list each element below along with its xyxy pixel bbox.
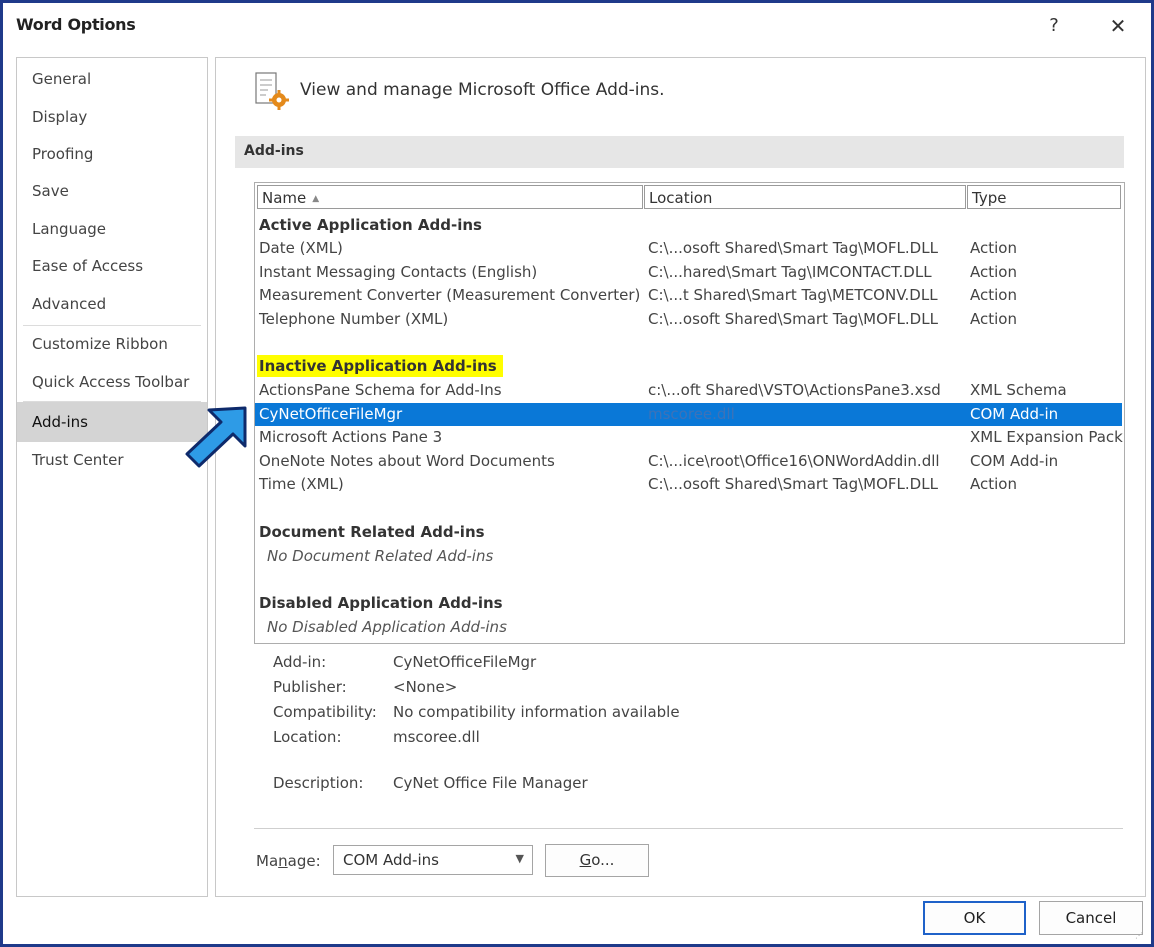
detail-publisher-label: Publisher:	[273, 678, 347, 696]
row-type: Action	[970, 475, 1017, 493]
section-header: Add-ins	[235, 136, 1124, 168]
manage-dropdown-value: COM Add-ins	[343, 851, 439, 869]
ok-button[interactable]: OK	[923, 901, 1026, 935]
empty-note: No Disabled Application Add-ins	[267, 618, 507, 636]
row-type: Action	[970, 286, 1017, 304]
row-type: Action	[970, 263, 1017, 281]
table-row[interactable]: ActionsPane Schema for Add-Ins c:\...oft…	[255, 379, 1122, 402]
sidebar-item-quick-access-toolbar[interactable]: Quick Access Toolbar	[17, 364, 207, 400]
row-name: Microsoft Actions Pane 3	[259, 428, 443, 446]
row-location: mscoree.dll	[648, 405, 735, 423]
group-active-add-ins: Active Application Add-ins	[259, 216, 482, 234]
help-button[interactable]: ?	[1039, 11, 1069, 41]
detail-compat-label: Compatibility:	[273, 703, 377, 721]
detail-addin-label: Add-in:	[273, 653, 327, 671]
row-location: C:\...osoft Shared\Smart Tag\MOFL.DLL	[648, 310, 938, 328]
row-location: C:\...ice\root\Office16\ONWordAddin.dll	[648, 452, 940, 470]
table-row[interactable]: Telephone Number (XML) C:\...osoft Share…	[255, 308, 1122, 331]
manage-label-accel: n	[278, 852, 288, 870]
dialog-title: Word Options	[16, 15, 136, 34]
row-type: XML Expansion Pack	[970, 428, 1123, 446]
row-location: C:\...osoft Shared\Smart Tag\MOFL.DLL	[648, 475, 938, 493]
table-row[interactable]: Measurement Converter (Measurement Conve…	[255, 284, 1122, 307]
table-row[interactable]: Time (XML) C:\...osoft Shared\Smart Tag\…	[255, 473, 1122, 496]
row-name: OneNote Notes about Word Documents	[259, 452, 555, 470]
title-bar: Word Options ? ✕	[3, 3, 1151, 47]
sidebar-item-add-ins[interactable]: Add-ins	[17, 402, 207, 442]
section-title: Add-ins	[244, 143, 304, 159]
table-row[interactable]: Instant Messaging Contacts (English) C:\…	[255, 261, 1122, 284]
manage-dropdown[interactable]: COM Add-ins ▼	[333, 845, 533, 875]
close-button[interactable]: ✕	[1103, 11, 1133, 41]
row-name: CyNetOfficeFileMgr	[259, 405, 403, 423]
row-location: C:\...t Shared\Smart Tag\METCONV.DLL	[648, 286, 938, 304]
go-button[interactable]: Go...	[545, 844, 649, 877]
table-row[interactable]: Date (XML) C:\...osoft Shared\Smart Tag\…	[255, 237, 1122, 260]
sidebar-item-display[interactable]: Display	[17, 99, 207, 135]
column-header-type[interactable]: Type	[967, 185, 1121, 209]
column-header-name-label: Name	[262, 189, 307, 207]
detail-description-value: CyNet Office File Manager	[393, 774, 588, 792]
table-row-selected[interactable]: CyNetOfficeFileMgr mscoree.dll COM Add-i…	[255, 403, 1122, 426]
sidebar-item-advanced[interactable]: Advanced	[17, 286, 207, 322]
group-inactive-add-ins: Inactive Application Add-ins	[257, 355, 503, 377]
row-type: COM Add-in	[970, 405, 1059, 423]
row-name: Instant Messaging Contacts (English)	[259, 263, 538, 281]
row-location: C:\...hared\Smart Tag\IMCONTACT.DLL	[648, 263, 932, 281]
row-type: Action	[970, 239, 1017, 257]
manage-label-pre: Ma	[256, 852, 279, 870]
page-title: View and manage Microsoft Office Add-ins…	[300, 80, 665, 100]
detail-location-value: mscoree.dll	[393, 728, 480, 746]
sidebar-item-trust-center[interactable]: Trust Center	[17, 442, 207, 478]
column-header-name[interactable]: Name ▲	[257, 185, 643, 209]
row-type: Action	[970, 310, 1017, 328]
row-name: ActionsPane Schema for Add-Ins	[259, 381, 502, 399]
sidebar-item-save[interactable]: Save	[17, 173, 207, 209]
row-location: c:\...oft Shared\VSTO\ActionsPane3.xsd	[648, 381, 941, 399]
go-button-label: o...	[591, 851, 615, 869]
chevron-down-icon: ▼	[515, 852, 524, 865]
detail-description-label: Description:	[273, 774, 364, 792]
sidebar-item-proofing[interactable]: Proofing	[17, 136, 207, 172]
row-name: Measurement Converter (Measurement Conve…	[259, 286, 641, 304]
table-row[interactable]: OneNote Notes about Word Documents C:\..…	[255, 450, 1122, 473]
sidebar-item-general[interactable]: General	[17, 61, 207, 97]
manage-label: Manage:	[256, 852, 321, 870]
detail-location-label: Location:	[273, 728, 342, 746]
add-ins-panel: View and manage Microsoft Office Add-ins…	[215, 57, 1146, 897]
sort-ascending-icon: ▲	[312, 193, 320, 204]
add-ins-list[interactable]: Name ▲ Location Type Active Application A…	[254, 182, 1125, 644]
go-button-accel: G	[579, 851, 592, 869]
add-ins-gear-icon	[255, 72, 289, 110]
resize-grip-icon[interactable]: ⋰	[1135, 931, 1143, 940]
manage-label-post: age:	[287, 852, 321, 870]
detail-addin-value: CyNetOfficeFileMgr	[393, 653, 537, 671]
cancel-button[interactable]: Cancel	[1039, 901, 1143, 935]
group-document-add-ins: Document Related Add-ins	[259, 523, 485, 541]
row-type: XML Schema	[970, 381, 1067, 399]
group-disabled-add-ins: Disabled Application Add-ins	[259, 594, 503, 612]
row-name: Time (XML)	[259, 475, 344, 493]
options-sidebar: General Display Proofing Save Language E…	[16, 57, 208, 897]
sidebar-item-customize-ribbon[interactable]: Customize Ribbon	[17, 326, 207, 362]
pointer-arrow-icon	[185, 406, 247, 468]
row-name: Date (XML)	[259, 239, 343, 257]
sidebar-item-ease-of-access[interactable]: Ease of Access	[17, 248, 207, 284]
detail-compat-value: No compatibility information available	[393, 703, 680, 721]
column-header-location[interactable]: Location	[644, 185, 966, 209]
sidebar-item-language[interactable]: Language	[17, 211, 207, 247]
word-options-dialog: Word Options ? ✕ General Display Proofin…	[0, 0, 1154, 947]
row-name: Telephone Number (XML)	[259, 310, 449, 328]
row-location: C:\...osoft Shared\Smart Tag\MOFL.DLL	[648, 239, 938, 257]
table-row[interactable]: Microsoft Actions Pane 3 XML Expansion P…	[255, 426, 1123, 449]
empty-note: No Document Related Add-ins	[267, 547, 494, 565]
detail-publisher-value: <None>	[393, 678, 458, 696]
row-type: COM Add-in	[970, 452, 1059, 470]
divider	[254, 828, 1123, 829]
